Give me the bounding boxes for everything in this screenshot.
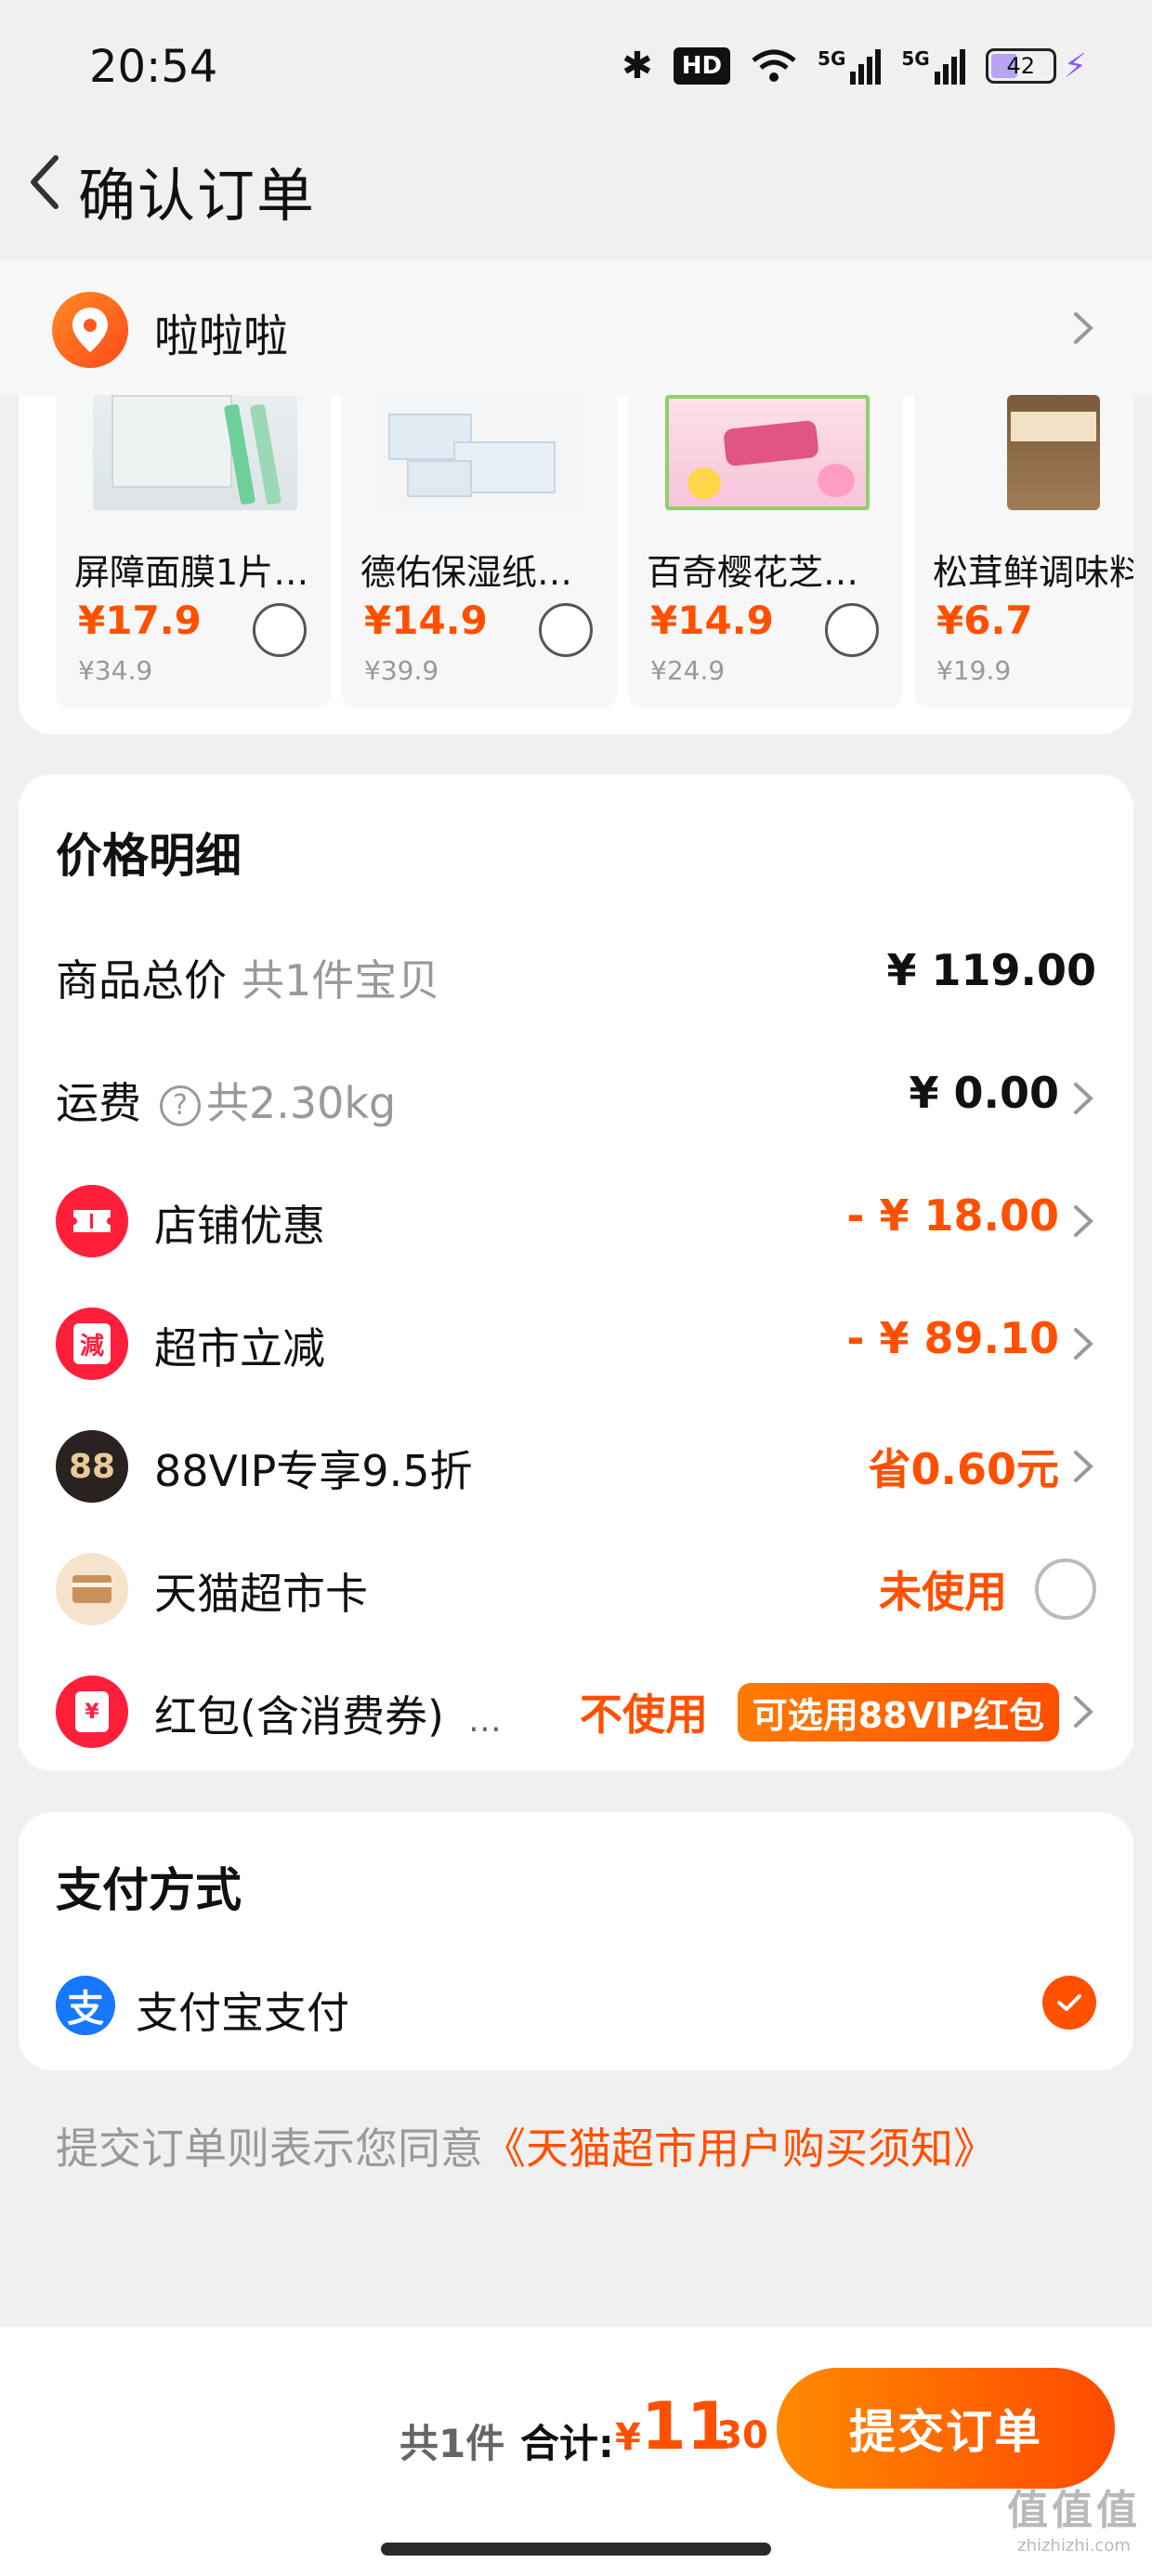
location-pin-icon: [52, 292, 128, 368]
product-name: 屏障面膜1片+精华: [74, 552, 320, 593]
goods-total-sub: 共1件宝贝: [242, 955, 440, 1005]
product-old-price: ¥19.9: [936, 655, 1012, 686]
shop-discount-row[interactable]: 店铺优惠 - ¥ 18.00: [56, 1174, 1096, 1267]
payment-selected-check-icon[interactable]: [1042, 1976, 1096, 2030]
chevron-right-icon: [1074, 1205, 1093, 1237]
shop-discount-label: 店铺优惠: [154, 1201, 325, 1251]
status-icons: ✱ HD 5G 5G 42 ⚡: [622, 45, 1087, 87]
product-name: 松茸鲜调味料: [933, 552, 1133, 593]
hongbao-value: 不使用: [580, 1689, 708, 1740]
question-icon[interactable]: ?: [160, 1084, 201, 1126]
payment-card: 支付方式 支 支付宝支付: [19, 1812, 1133, 2070]
payment-title: 支付方式: [56, 1863, 242, 1917]
product-price: ¥17.9: [78, 598, 202, 643]
market-cut-value: - ¥ 89.10: [846, 1313, 1059, 1363]
goods-total-row: 商品总价 共1件宝贝 ¥ 119.00: [56, 928, 1096, 1021]
chevron-right-icon: [1074, 1451, 1093, 1482]
product-price: ¥14.9: [650, 598, 774, 643]
agreement-link[interactable]: 《天猫超市用户购买须知》: [483, 2123, 996, 2174]
bottom-bar: 共1件 合计: ¥ 11 .30 提交订单 值值值 zhizhizhi.com: [0, 2327, 1152, 2576]
product-price: ¥6.7: [936, 598, 1033, 643]
hongbao-ellipsis: …: [467, 1702, 502, 1740]
market-cut-label: 超市立减: [154, 1323, 325, 1373]
market-cut-row[interactable]: 減 超市立减 - ¥ 89.10: [56, 1296, 1096, 1389]
coupon-icon: [56, 1185, 128, 1257]
vip-88-icon: 88: [56, 1430, 128, 1503]
watermark-url: zhizhizhi.com: [1017, 2536, 1131, 2556]
total-currency: ¥: [615, 2416, 641, 2459]
reduce-icon: 減: [56, 1308, 128, 1380]
hongbao-row[interactable]: ¥ 红包(含消费券) … 不使用 可选用88VIP红包: [56, 1664, 1096, 1757]
product-old-price: ¥24.9: [650, 655, 726, 686]
page-title: 确认订单: [78, 162, 317, 230]
bluetooth-icon: ✱: [622, 45, 653, 87]
status-bar: 20:54 ✱ HD 5G 5G 42 ⚡: [0, 0, 1152, 130]
product-select-radio[interactable]: [253, 603, 307, 657]
goods-total-label: 商品总价: [56, 955, 227, 1005]
vip-hongbao-badge[interactable]: 可选用88VIP红包: [737, 1683, 1059, 1741]
signal-icon: 5G: [818, 47, 882, 85]
market-card-row[interactable]: 天猫超市卡 未使用: [56, 1542, 1096, 1635]
battery-level: 42: [1006, 53, 1035, 79]
chevron-right-icon: [1074, 1083, 1093, 1114]
agreement-text: 提交订单则表示您同意《天猫超市用户购买须知》: [56, 2115, 996, 2176]
goods-total-value: ¥ 119.00: [886, 945, 1096, 995]
price-detail-card: 价格明细 商品总价 共1件宝贝 ¥ 119.00 运费? 共2.30kg ¥ 0.0…: [19, 774, 1133, 1771]
product-image: [93, 395, 297, 510]
status-time: 20:54: [89, 41, 218, 93]
market-card-label: 天猫超市卡: [154, 1569, 368, 1619]
product-image: [665, 395, 870, 510]
red-packet-icon: ¥: [56, 1676, 128, 1748]
product-item[interactable]: 屏障面膜1片+精华 ¥17.9 ¥34.9: [56, 395, 331, 707]
payment-method-label[interactable]: 支付宝支付: [136, 1979, 349, 2041]
wifi-icon: [752, 49, 796, 82]
total-label: 合计:: [520, 2421, 614, 2466]
chevron-right-icon: [1074, 312, 1093, 344]
hd-icon: HD: [673, 47, 731, 85]
shipping-row[interactable]: 运费? 共2.30kg ¥ 0.00: [56, 1051, 1096, 1144]
chevron-right-icon: [1074, 1328, 1093, 1360]
product-select-radio[interactable]: [539, 603, 593, 657]
total-amount-decimal: .30: [702, 2414, 768, 2457]
product-item[interactable]: 百奇樱花芝士味饼干 ¥14.9 ¥24.9: [628, 395, 903, 707]
product-select-radio[interactable]: [825, 603, 879, 657]
product-name: 德佑保湿纸巾抽纸: [360, 552, 606, 593]
product-old-price: ¥39.9: [364, 655, 439, 686]
shipping-label: 运费: [56, 1078, 141, 1128]
vip-discount-row[interactable]: 88 88VIP专享9.5折 省0.60元: [56, 1419, 1096, 1512]
item-count: 共1件: [399, 2421, 505, 2466]
shipping-value: ¥ 0.00: [909, 1068, 1059, 1118]
product-old-price: ¥34.9: [78, 655, 153, 686]
alipay-icon: 支: [56, 1976, 115, 2035]
product-image: [951, 395, 1133, 510]
battery-icon: 42: [985, 48, 1056, 84]
back-arrow-icon[interactable]: [13, 145, 78, 219]
product-item[interactable]: 松茸鲜调味料 ¥6.7 ¥19.9: [914, 395, 1133, 707]
market-card-value: 未使用: [879, 1567, 1007, 1617]
address-selector[interactable]: 啦啦啦: [0, 260, 1152, 395]
product-list: 屏障面膜1片+精华 ¥17.9 ¥34.9 德佑保湿纸巾抽纸 ¥14.9 ¥39…: [19, 395, 1133, 734]
shop-discount-value: - ¥ 18.00: [846, 1190, 1059, 1241]
submit-order-button[interactable]: 提交订单: [777, 2368, 1115, 2489]
product-price: ¥14.9: [364, 598, 488, 643]
market-card-radio[interactable]: [1035, 1558, 1096, 1620]
charging-icon: ⚡: [1063, 46, 1087, 85]
signal-icon-2: 5G: [901, 47, 965, 85]
hongbao-label: 红包(含消费券): [154, 1691, 444, 1741]
product-item[interactable]: 德佑保湿纸巾抽纸 ¥14.9 ¥39.9: [342, 395, 617, 707]
chevron-right-icon: [1074, 1696, 1093, 1728]
shipping-weight: 共2.30kg: [206, 1078, 397, 1128]
address-name: 啦啦啦: [154, 310, 289, 362]
agreement-prefix: 提交订单则表示您同意: [56, 2123, 483, 2174]
home-indicator[interactable]: [381, 2543, 771, 2556]
card-icon: [56, 1553, 128, 1625]
watermark: 值值值 zhizhizhi.com: [1007, 2477, 1141, 2556]
price-detail-title: 价格明细: [56, 829, 242, 883]
nav-bar: 确认订单: [0, 130, 1152, 260]
watermark-logo: 值值值: [1007, 2487, 1141, 2534]
product-name: 百奇樱花芝士味饼干: [647, 552, 892, 593]
vip-discount-value: 省0.60元: [868, 1444, 1060, 1494]
vip-discount-label: 88VIP专享9.5折: [154, 1446, 473, 1496]
product-image: [379, 395, 583, 510]
